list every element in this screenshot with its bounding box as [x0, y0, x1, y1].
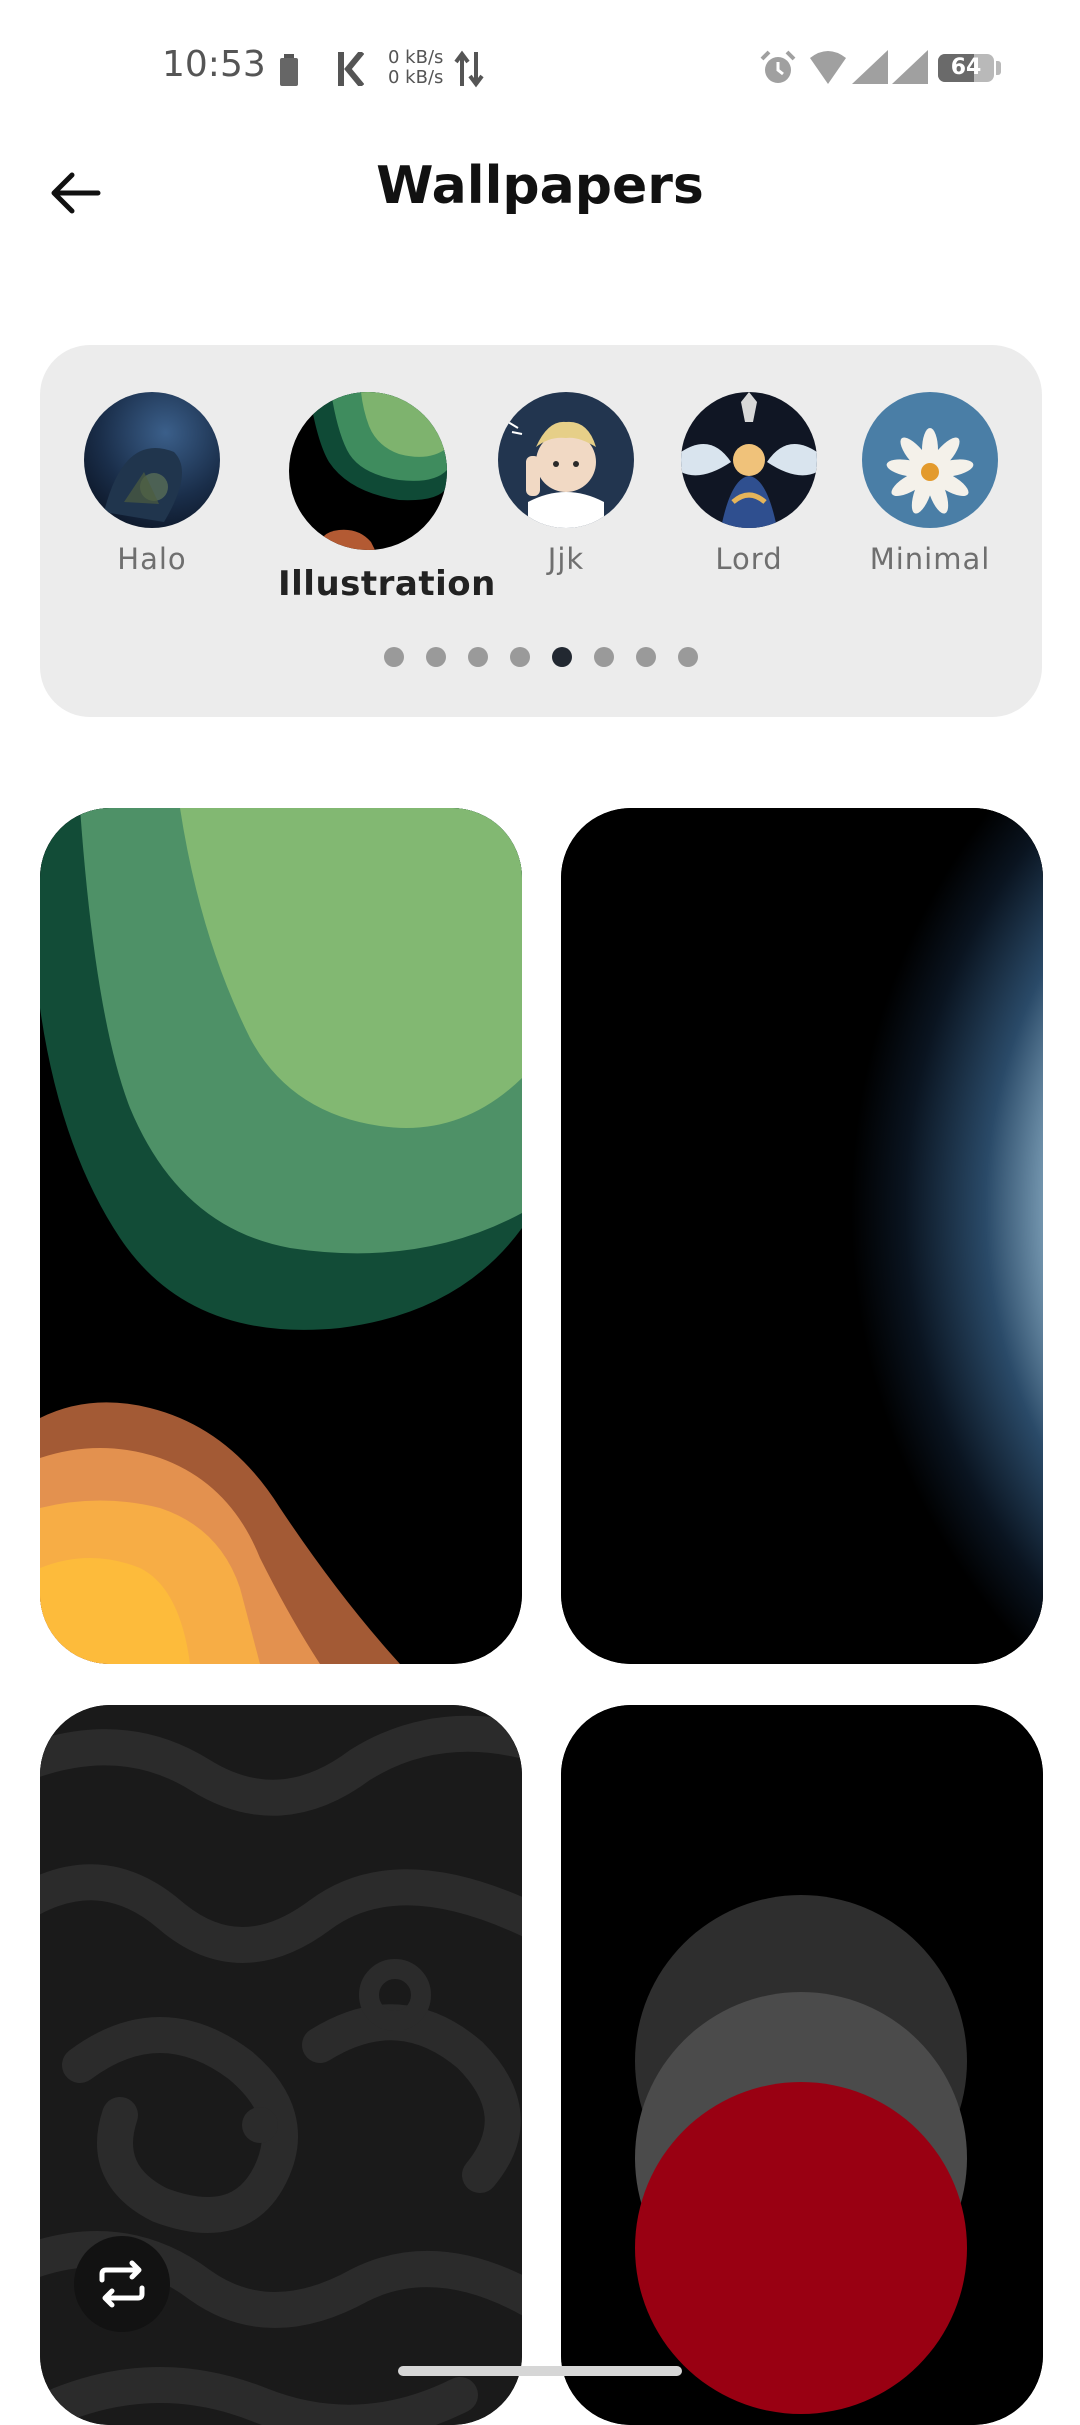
- signal-icon-2: [892, 50, 928, 84]
- battery-level: 64: [950, 55, 982, 80]
- category-label: Lord: [715, 542, 783, 576]
- pager-dot[interactable]: [678, 647, 698, 667]
- category-jjk[interactable]: Jjk: [498, 392, 634, 576]
- battery-indicator: 64: [938, 54, 994, 82]
- category-thumb-halo: [84, 392, 220, 528]
- wifi-icon: [810, 51, 846, 84]
- net-up-speed: 0 kB/s: [388, 47, 444, 68]
- pager-dot[interactable]: [636, 647, 656, 667]
- wallpaper-tile-green-orange[interactable]: [40, 808, 522, 1664]
- network-speed: 0 kB/s 0 kB/s: [388, 48, 443, 88]
- pager-dot[interactable]: [552, 647, 572, 667]
- data-arrows-icon: [454, 50, 484, 88]
- pager-dot[interactable]: [426, 647, 446, 667]
- status-bar: 10:53 0 kB/s 0 kB/s 64: [0, 0, 1080, 140]
- pager-dot[interactable]: [384, 647, 404, 667]
- shuffle-button[interactable]: [74, 2236, 170, 2332]
- repeat-icon: [99, 2260, 145, 2308]
- carousel-pager: [40, 647, 1042, 667]
- signal-icon: [852, 50, 888, 84]
- pager-dot[interactable]: [594, 647, 614, 667]
- page-title: Wallpapers: [376, 156, 704, 216]
- wallpaper-tile-blue-ring[interactable]: [561, 808, 1043, 1664]
- pager-dot[interactable]: [510, 647, 530, 667]
- battery-tip: [996, 61, 1001, 75]
- category-lord[interactable]: Lord: [681, 392, 817, 576]
- wallpaper-tile-red-grey-circles[interactable]: [561, 1705, 1043, 2425]
- k-app-icon: [338, 52, 364, 86]
- net-down-speed: 0 kB/s: [388, 67, 444, 88]
- category-label: Illustration: [278, 564, 496, 604]
- battery-saver-icon: [280, 54, 298, 86]
- category-label: Jjk: [547, 542, 585, 576]
- category-minimal[interactable]: Minimal: [862, 392, 998, 576]
- category-label: Halo: [117, 542, 187, 576]
- alarm-icon: [760, 50, 796, 83]
- category-carousel[interactable]: Halo Illustration Jjk Lord Minimal: [40, 345, 1042, 717]
- category-thumb-lord: [681, 392, 817, 528]
- category-thumb-jjk: [498, 392, 634, 528]
- status-time: 10:53: [162, 44, 266, 85]
- category-thumb-minimal: [862, 392, 998, 528]
- home-indicator[interactable]: [398, 2366, 682, 2376]
- category-thumb-illustration: [289, 392, 447, 550]
- pager-dot[interactable]: [468, 647, 488, 667]
- category-illustration[interactable]: Illustration: [278, 392, 496, 604]
- category-halo[interactable]: Halo: [84, 392, 220, 576]
- category-label: Minimal: [869, 542, 991, 576]
